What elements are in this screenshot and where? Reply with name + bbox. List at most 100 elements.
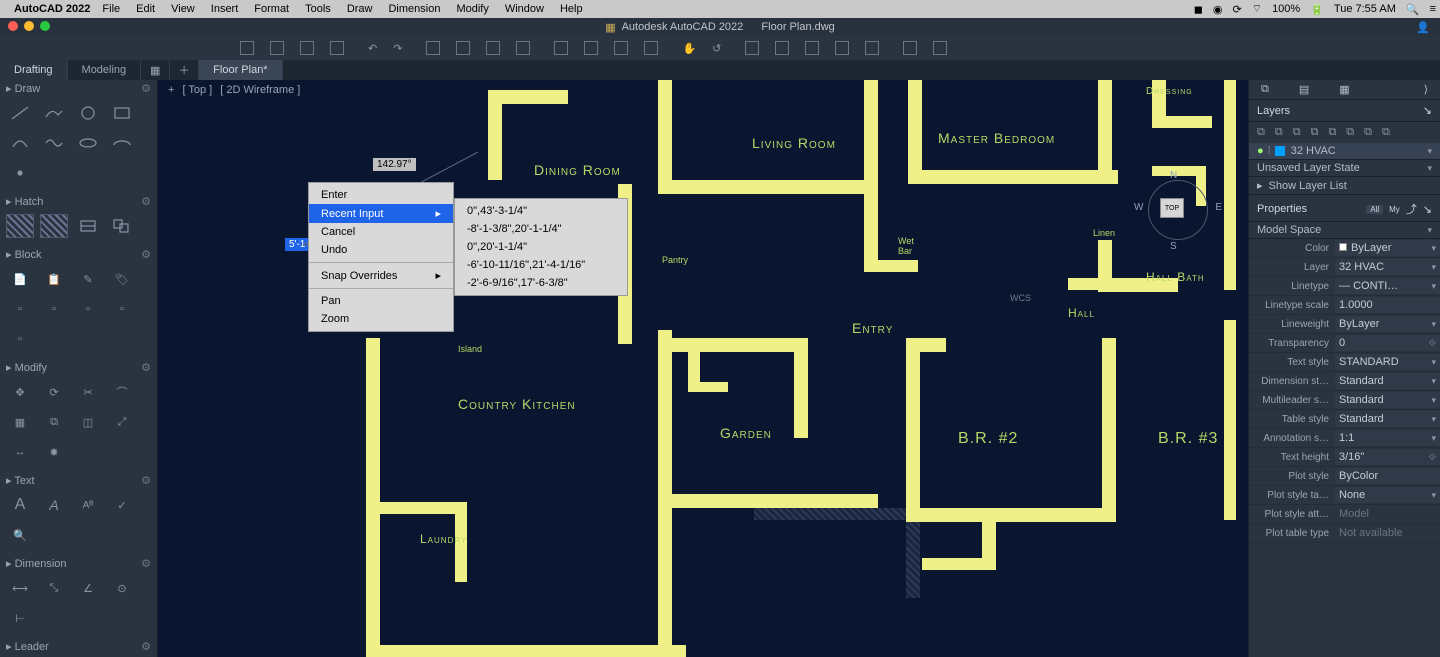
status-icon[interactable]: ◉ xyxy=(1213,3,1223,16)
tab-grid-icon[interactable]: ▦ xyxy=(141,60,170,80)
trim-tool[interactable]: ✂ xyxy=(74,380,102,404)
show-layer-list[interactable]: ▸Show Layer List xyxy=(1249,177,1440,195)
panel-tab-props-icon[interactable]: ▤ xyxy=(1299,83,1309,96)
panel-tab-layers-icon[interactable]: ⧉ xyxy=(1261,83,1269,96)
ctx-zoom[interactable]: Zoom xyxy=(309,310,453,328)
layer-state-row[interactable]: Unsaved Layer State▾ xyxy=(1249,160,1440,177)
spell-tool[interactable]: ✓ xyxy=(108,493,136,517)
boundary-tool[interactable] xyxy=(74,214,102,238)
mirror-tool[interactable]: ◫ xyxy=(74,410,102,434)
viewcube-top[interactable]: TOP xyxy=(1160,198,1184,218)
copy-icon[interactable] xyxy=(584,41,598,55)
redo-icon[interactable]: ↷ xyxy=(393,42,402,55)
attribute-tool[interactable]: 🏷 xyxy=(108,267,136,291)
menu-tools[interactable]: Tools xyxy=(305,3,331,15)
prop-tablestyle[interactable]: Standard▾ xyxy=(1335,411,1440,427)
saveas-icon[interactable] xyxy=(330,41,344,55)
layer-tool-icon[interactable]: ⧉ xyxy=(1257,126,1265,139)
rectangle-tool[interactable] xyxy=(108,101,136,125)
prop-annoscale[interactable]: 1:1▾ xyxy=(1335,430,1440,446)
area-icon[interactable] xyxy=(775,41,789,55)
current-layer-row[interactable]: ●⁞ 32 HVAC ▾ xyxy=(1249,143,1440,160)
print-icon[interactable] xyxy=(426,41,440,55)
dist-icon[interactable] xyxy=(745,41,759,55)
menu-modify[interactable]: Modify xyxy=(456,3,488,15)
ctx-recent-input[interactable]: Recent Input▸ xyxy=(309,204,453,223)
undo-icon[interactable]: ↶ xyxy=(368,42,377,55)
hatch-tool[interactable] xyxy=(6,214,34,238)
clock[interactable]: Tue 7:55 AM xyxy=(1334,3,1396,15)
layer-tool-icon[interactable]: ⧉ xyxy=(1328,126,1336,139)
pan-icon[interactable]: ✋ xyxy=(682,42,696,55)
layer-tool-icon[interactable]: ⧉ xyxy=(1382,126,1390,139)
rotate-tool[interactable]: ⟳ xyxy=(40,380,68,404)
menu-help[interactable]: Help xyxy=(560,3,583,15)
menu-view[interactable]: View xyxy=(171,3,195,15)
radius-dim-tool[interactable]: ⊙ xyxy=(108,576,136,600)
gradient-tool[interactable] xyxy=(40,214,68,238)
gear-icon[interactable]: ⚙ xyxy=(141,195,151,208)
prop-transparency[interactable]: 0⟐ xyxy=(1335,335,1440,351)
menu-edit[interactable]: Edit xyxy=(136,3,155,15)
block-tool[interactable]: ▫ xyxy=(6,327,34,351)
angular-dim-tool[interactable]: ∠ xyxy=(74,576,102,600)
prop-layer[interactable]: 32 HVAC▾ xyxy=(1335,259,1440,275)
point-tool[interactable] xyxy=(6,161,34,185)
gear-icon[interactable]: ⚙ xyxy=(141,640,151,653)
insert-block-tool[interactable]: 📄 xyxy=(6,267,34,291)
panel-menu-icon[interactable]: ↘ xyxy=(1423,203,1432,216)
block-tool[interactable]: ▫ xyxy=(74,297,102,321)
layer-tool-icon[interactable]: ⧉ xyxy=(1293,126,1301,139)
gear-icon[interactable]: ⚙ xyxy=(141,557,151,570)
fillet-tool[interactable]: ⌒ xyxy=(108,380,136,404)
gear-icon[interactable]: ⚙ xyxy=(141,248,151,261)
tab-file[interactable]: Floor Plan* xyxy=(199,60,282,80)
ctx-enter[interactable]: Enter xyxy=(309,186,453,204)
drawing-canvas[interactable]: +[ Top ][ 2D Wireframe ] xyxy=(158,80,1248,657)
orbit-icon[interactable]: ↺ xyxy=(712,42,721,55)
ctx-cancel[interactable]: Cancel xyxy=(309,223,453,241)
ctx-pan[interactable]: Pan xyxy=(309,292,453,310)
tab-modeling[interactable]: Modeling xyxy=(68,60,142,80)
region-tool[interactable] xyxy=(108,214,136,238)
prop-color[interactable]: ByLayer▾ xyxy=(1335,240,1440,256)
prop-textheight[interactable]: 3/16"⟐ xyxy=(1335,449,1440,465)
zoom-button[interactable] xyxy=(40,21,50,31)
menu-window[interactable]: Window xyxy=(505,3,544,15)
block-tool[interactable]: ▫ xyxy=(40,297,68,321)
recent-item[interactable]: -6'-10-11/16",21'-4-1/16" xyxy=(455,256,627,274)
recent-item[interactable]: 0",20'-1-1/4" xyxy=(455,238,627,256)
text-tool[interactable]: A xyxy=(40,493,68,517)
panel-expand-icon[interactable]: ⟩ xyxy=(1424,83,1428,96)
tab-drafting[interactable]: Drafting xyxy=(0,60,68,80)
wifi-icon[interactable]: ⌔ xyxy=(1252,2,1262,16)
battery-icon[interactable]: 🔋 xyxy=(1310,3,1324,16)
circle-tool[interactable] xyxy=(74,101,102,125)
mtext-tool[interactable]: A xyxy=(6,493,34,517)
copy-tool[interactable]: ⧉ xyxy=(40,410,68,434)
open-icon[interactable] xyxy=(270,41,284,55)
ctx-undo[interactable]: Undo xyxy=(309,241,453,259)
recent-item[interactable]: -2'-6-9/16",17'-6-3/8" xyxy=(455,274,627,292)
minimize-button[interactable] xyxy=(24,21,34,31)
arc-tool[interactable] xyxy=(6,131,34,155)
prop-mleaderstyle[interactable]: Standard▾ xyxy=(1335,392,1440,408)
list-icon[interactable] xyxy=(865,41,879,55)
prop-textstyle[interactable]: STANDARD▾ xyxy=(1335,354,1440,370)
ctx-snap-overrides[interactable]: Snap Overrides▸ xyxy=(309,266,453,285)
recent-item[interactable]: 0",43'-3-1/4" xyxy=(455,202,627,220)
menu-format[interactable]: Format xyxy=(254,3,289,15)
pick-icon[interactable]: ⤴ xyxy=(1406,201,1417,217)
save-icon[interactable] xyxy=(300,41,314,55)
edit-block-tool[interactable]: ✎ xyxy=(74,267,102,291)
tab-new-icon[interactable]: ＋ xyxy=(170,60,199,80)
menu-dimension[interactable]: Dimension xyxy=(388,3,440,15)
linear-dim-tool[interactable]: ⟷ xyxy=(6,576,34,600)
ellipse-tool[interactable] xyxy=(74,131,102,155)
layer-tool-icon[interactable]: ⧉ xyxy=(1311,126,1319,139)
prop-ltscale[interactable]: 1.0000 xyxy=(1335,297,1440,313)
sync-icon[interactable]: ⟳ xyxy=(1233,3,1242,16)
export-icon[interactable] xyxy=(516,41,530,55)
view-cube[interactable]: N S W E TOP xyxy=(1148,180,1208,240)
scale-tool[interactable]: ⤢ xyxy=(108,410,136,434)
